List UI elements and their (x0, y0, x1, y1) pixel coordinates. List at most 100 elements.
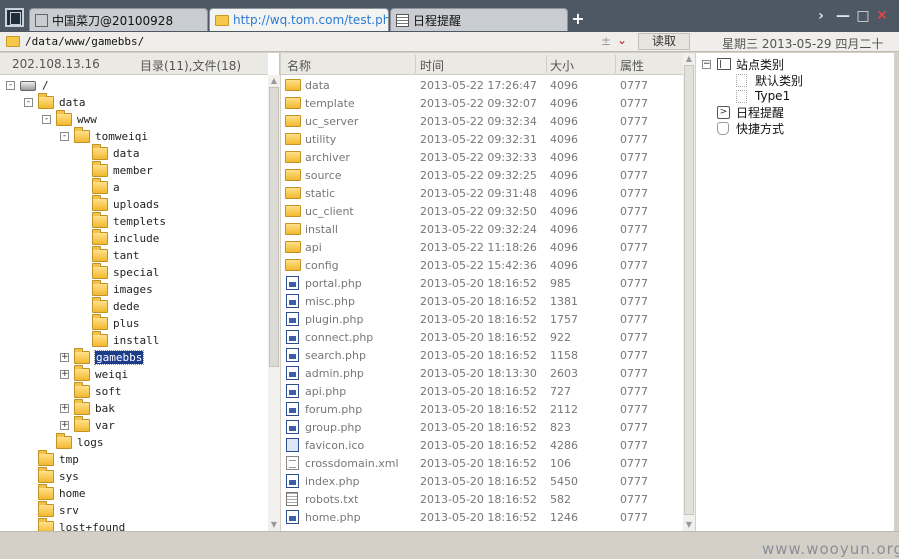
expand-icon[interactable]: + (60, 421, 69, 430)
collapse-icon[interactable]: - (60, 132, 69, 141)
file-row[interactable]: search.php 2013-05-20 18:16:52 1158 0777 (281, 346, 683, 364)
tab-schedule[interactable]: 日程提醒 (390, 8, 568, 31)
file-row[interactable]: home.php 2013-05-20 18:16:52 1246 0777 (281, 508, 683, 526)
file-row[interactable]: data 2013-05-22 17:26:47 4096 0777 (281, 76, 683, 94)
scroll-up-icon[interactable]: ▲ (684, 54, 694, 64)
tree-node[interactable]: tmp (24, 450, 79, 468)
tree-node[interactable]: plus (78, 314, 140, 332)
file-row[interactable]: archiver 2013-05-22 09:32:33 4096 0777 (281, 148, 683, 166)
tree-node[interactable]: install (78, 331, 160, 349)
file-perm: 0777 (620, 511, 648, 524)
tree-node[interactable]: member (78, 161, 153, 179)
tree-node[interactable]: + bak (60, 399, 115, 417)
tree-node[interactable]: - data (24, 93, 86, 111)
tree-node[interactable]: - tomweiqi (60, 127, 148, 145)
file-name: portal.php (305, 277, 362, 290)
file-row[interactable]: uc_client 2013-05-22 09:32:50 4096 0777 (281, 202, 683, 220)
tree-node[interactable]: a (78, 178, 120, 196)
file-row[interactable]: robots.txt 2013-05-20 18:16:52 582 0777 (281, 490, 683, 508)
column-name[interactable]: 名称 (287, 57, 311, 74)
collapse-icon[interactable]: - (6, 81, 15, 90)
file-row[interactable]: api 2013-05-22 11:18:26 4096 0777 (281, 238, 683, 256)
file-row[interactable]: group.php 2013-05-20 18:16:52 823 0777 (281, 418, 683, 436)
file-time: 2013-05-20 18:16:52 (420, 349, 537, 362)
column-size[interactable]: 大小 (550, 57, 574, 74)
file-row[interactable]: connect.php 2013-05-20 18:16:52 922 0777 (281, 328, 683, 346)
file-row[interactable]: static 2013-05-22 09:31:48 4096 0777 (281, 184, 683, 202)
read-button[interactable]: 读取 (638, 33, 690, 50)
column-time[interactable]: 时间 (420, 57, 444, 74)
expand-icon[interactable]: + (60, 370, 69, 379)
path-input[interactable]: /data/www/gamebbs/ (25, 35, 144, 48)
file-row[interactable]: misc.php 2013-05-20 18:16:52 1381 0777 (281, 292, 683, 310)
file-row[interactable]: forum.php 2013-05-20 18:16:52 2112 0777 (281, 400, 683, 418)
shortcuts-node[interactable]: 快捷方式 (717, 120, 784, 136)
scroll-down-icon[interactable]: ▼ (269, 520, 279, 530)
site-category-node[interactable]: − 站点类别 (702, 56, 784, 72)
tree-node[interactable]: dede (78, 297, 140, 315)
column-perm[interactable]: 属性 (620, 57, 644, 74)
expand-icon[interactable]: + (60, 404, 69, 413)
file-row[interactable]: template 2013-05-22 09:32:07 4096 0777 (281, 94, 683, 112)
file-row[interactable]: index.php 2013-05-20 18:16:52 5450 0777 (281, 472, 683, 490)
minimize-button[interactable]: — (835, 8, 851, 24)
tree-node[interactable]: sys (24, 467, 79, 485)
file-perm: 0777 (620, 331, 648, 344)
expand-icon[interactable]: + (60, 353, 69, 362)
tree-scrollbar[interactable]: ▲ ▼ (268, 75, 280, 531)
tree-node-label: lost+found (59, 521, 126, 531)
collapse-icon[interactable]: - (42, 115, 51, 124)
file-name: favicon.ico (305, 439, 365, 452)
app-menu-icon[interactable] (5, 8, 24, 27)
tab-home[interactable]: 中国菜刀@20100928 (29, 8, 208, 31)
new-tab-button[interactable]: + (570, 10, 586, 28)
tab-shell[interactable]: http://wq.tom.com/test.php (209, 8, 389, 31)
schedule-node[interactable]: > 日程提醒 (717, 104, 784, 120)
tree-node-label: install (113, 334, 160, 347)
tree-node[interactable]: soft (60, 382, 122, 400)
tree-node[interactable]: + weiqi (60, 365, 128, 383)
tree-node[interactable]: images (78, 280, 153, 298)
maximize-button[interactable]: □ (855, 8, 871, 24)
tree-node[interactable]: home (24, 484, 86, 502)
tree-node[interactable]: tant (78, 246, 140, 264)
file-row[interactable]: plugin.php 2013-05-20 18:16:52 1757 0777 (281, 310, 683, 328)
tree-node[interactable]: - www (42, 110, 97, 128)
close-button[interactable]: ✕ (874, 8, 890, 24)
tree-node[interactable]: logs (42, 433, 104, 451)
file-row[interactable]: favicon.ico 2013-05-20 18:16:52 4286 0777 (281, 436, 683, 454)
file-time: 2013-05-20 18:16:52 (420, 439, 537, 452)
type1-node[interactable]: Type1 (736, 88, 790, 104)
scroll-thumb[interactable] (684, 65, 694, 515)
file-row[interactable]: portal.php 2013-05-20 18:16:52 985 0777 (281, 274, 683, 292)
scroll-thumb[interactable] (269, 87, 279, 367)
file-row[interactable]: uc_server 2013-05-22 09:32:34 4096 0777 (281, 112, 683, 130)
file-perm: 0777 (620, 151, 648, 164)
tree-node[interactable]: + gamebbs (60, 348, 145, 366)
file-row[interactable]: api.php 2013-05-20 18:16:52 727 0777 (281, 382, 683, 400)
file-row[interactable]: config 2013-05-22 15:42:36 4096 0777 (281, 256, 683, 274)
tree-node[interactable]: srv (24, 501, 79, 519)
scroll-up-icon[interactable]: ▲ (269, 76, 279, 86)
file-row[interactable]: admin.php 2013-05-20 18:13:30 2603 0777 (281, 364, 683, 382)
tree-node[interactable]: uploads (78, 195, 159, 213)
collapse-icon[interactable]: − (702, 59, 711, 69)
file-row[interactable]: source 2013-05-22 09:32:25 4096 0777 (281, 166, 683, 184)
bookmark-toggle-icon[interactable]: ± (601, 34, 611, 48)
scroll-down-icon[interactable]: ▼ (684, 520, 694, 530)
tree-node[interactable]: data (78, 144, 140, 162)
file-row[interactable]: install 2013-05-22 09:32:24 4096 0777 (281, 220, 683, 238)
file-row[interactable]: crossdomain.xml 2013-05-20 18:16:52 106 077… (281, 454, 683, 472)
tab-scroll-icon[interactable]: › (813, 8, 829, 24)
tree-node[interactable]: lost+found (24, 518, 126, 531)
tree-node[interactable]: special (78, 263, 159, 281)
tree-node[interactable]: templets (78, 212, 166, 230)
tree-node[interactable]: include (78, 229, 159, 247)
collapse-icon[interactable]: - (24, 98, 33, 107)
file-row[interactable]: utility 2013-05-22 09:32:31 4096 0777 (281, 130, 683, 148)
tree-node[interactable]: + var (60, 416, 115, 434)
tree-node[interactable]: - / (6, 77, 49, 94)
path-history-dropdown[interactable]: ⌄ (617, 33, 627, 47)
default-category-node[interactable]: 默认类别 (736, 72, 803, 88)
file-list-scrollbar[interactable]: ▲ ▼ (683, 53, 695, 531)
